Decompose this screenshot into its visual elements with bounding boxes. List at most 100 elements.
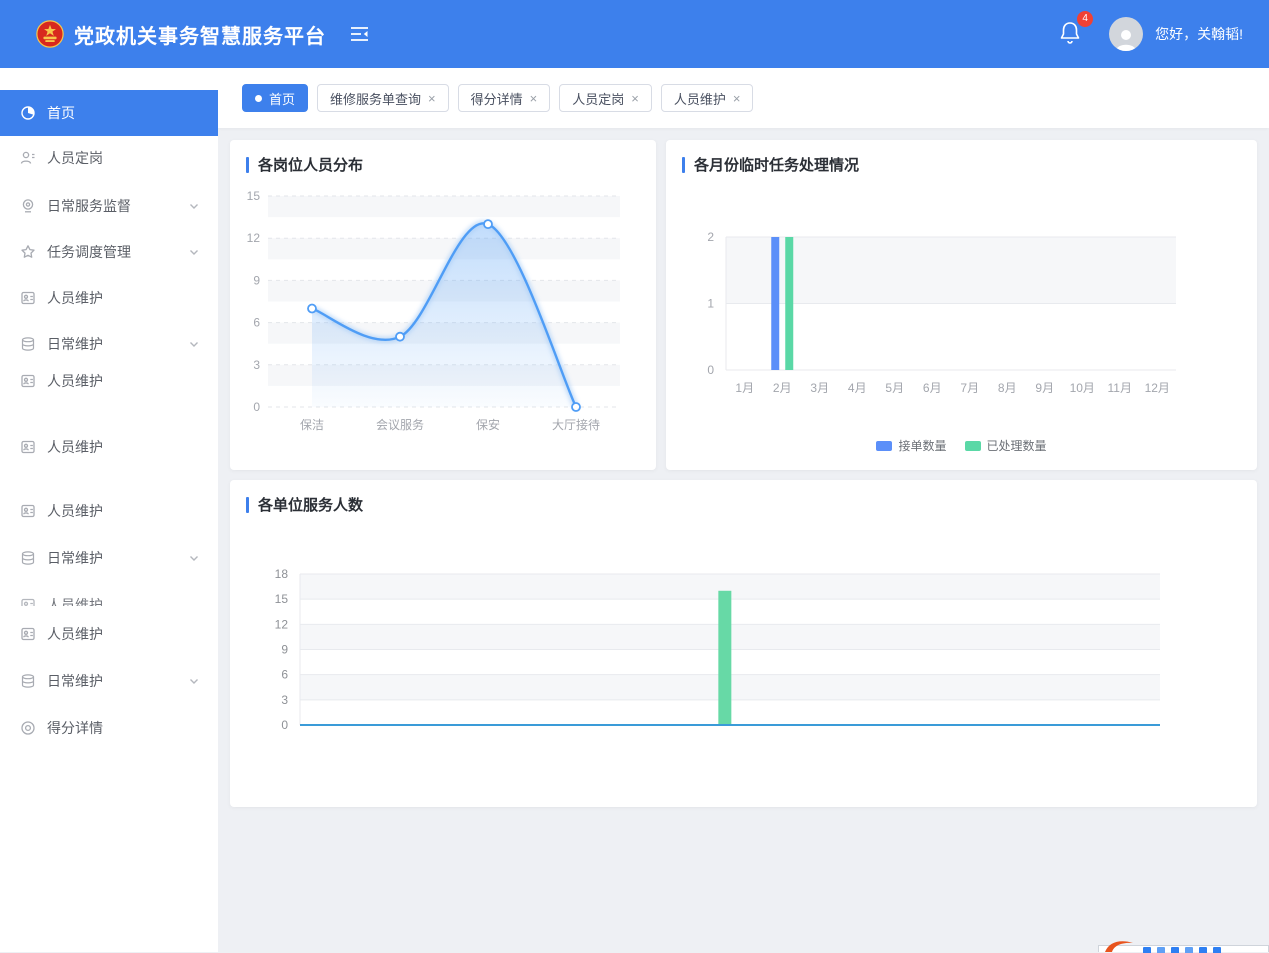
chevron-down-icon [188,338,200,350]
legend-label: 接单数量 [898,437,946,454]
tab-5[interactable]: 人员维护 × [661,84,754,112]
chevron-down-icon [188,246,200,258]
sidebar-item-3[interactable]: 日常服务监督 [0,183,218,229]
app-header: 党政机关事务智慧服务平台 4 您好，关翰韬! [0,0,1269,68]
sidebar-item-12[interactable]: 人员维护 [0,611,218,657]
national-emblem-logo [36,20,64,48]
notification-badge: 4 [1077,11,1093,27]
toolbar-icons-partial [1143,947,1221,953]
close-tab-icon[interactable]: × [733,92,741,105]
id-card-icon [20,439,36,455]
sidebar-item-label: 人员维护 [47,437,103,457]
menu-fold-icon[interactable] [350,26,369,47]
svg-text:会议服务: 会议服务 [376,417,424,432]
tab-label: 得分详情 [471,89,523,108]
sidebar-item-label: 日常服务监督 [47,196,131,216]
svg-text:4月: 4月 [848,381,867,395]
sidebar-item-9[interactable]: 人员维护 [0,488,218,534]
close-tab-icon[interactable]: × [428,92,436,105]
svg-text:5月: 5月 [885,381,904,395]
title-marker [246,157,249,173]
card-title-text: 各月份临时任务处理情况 [694,154,859,175]
sidebar-item-4[interactable]: 任务调度管理 [0,229,218,275]
legend-label: 已处理数量 [987,437,1047,454]
user-avatar[interactable] [1109,17,1143,51]
svg-text:6月: 6月 [923,381,942,395]
card-monthly-tasks: 各月份临时任务处理情况 0121月2月3月4月5月6月7月8月9月10月11月1… [666,140,1257,470]
id-card-icon [20,373,36,389]
sidebar-item-11[interactable]: 人员维护 [0,590,218,606]
chevron-down-icon [188,200,200,212]
sidebar-item-label: 得分详情 [47,718,103,738]
tab-label: 首页 [269,89,295,108]
svg-text:8月: 8月 [998,381,1017,395]
svg-text:6: 6 [253,316,260,330]
svg-text:1月: 1月 [735,381,754,395]
svg-text:18: 18 [275,567,289,581]
layers-icon [20,550,36,566]
card-title: 各岗位人员分布 [246,154,363,175]
close-tab-icon[interactable]: × [631,92,639,105]
sidebar-item-label: 人员维护 [47,624,103,644]
svg-text:15: 15 [275,592,289,606]
sidebar-item-label: 人员维护 [47,371,103,391]
svg-text:1: 1 [707,297,714,311]
svg-text:10月: 10月 [1070,381,1095,395]
card-unit-service: 各单位服务人数 0369121518 [230,480,1257,807]
sidebar-item-5[interactable]: 人员维护 [0,275,218,321]
sidebar-item-13[interactable]: 日常维护 [0,658,218,704]
score-icon [20,720,36,736]
card-title: 各单位服务人数 [246,494,363,515]
sidebar-item-clipped: 人员维护 [0,590,218,606]
svg-text:大厅接待: 大厅接待 [552,417,600,432]
user-post-icon [20,150,36,166]
svg-text:9: 9 [281,643,288,657]
id-card-icon [20,503,36,519]
monthly-tasks-chart: 0121月2月3月4月5月6月7月8月9月10月11月12月 [666,140,1257,470]
tab-2[interactable]: 维修服务单查询× [317,84,449,112]
svg-text:12月: 12月 [1145,381,1170,395]
svg-text:3: 3 [281,693,288,707]
tab-1[interactable]: 首页 [242,84,308,112]
chart-legend: 接单数量 已处理数量 [666,437,1257,454]
title-marker [682,157,685,173]
sidebar-item-label: 任务调度管理 [47,242,131,262]
unit-service-chart: 0369121518 [230,480,1257,807]
sidebar-item-label: 人员维护 [47,288,103,308]
svg-text:保洁: 保洁 [300,418,324,432]
legend-item-1[interactable]: 接单数量 [876,437,946,454]
svg-text:6: 6 [281,668,288,682]
svg-text:9: 9 [253,273,260,287]
legend-item-2[interactable]: 已处理数量 [965,437,1047,454]
svg-text:2: 2 [707,230,714,244]
app-title: 党政机关事务智慧服务平台 [74,0,326,68]
sidebar-item-8[interactable]: 人员维护 [0,424,218,470]
svg-text:9月: 9月 [1035,381,1054,395]
svg-text:15: 15 [247,189,261,203]
svg-text:0: 0 [253,400,260,414]
legend-swatch [876,441,892,451]
close-tab-icon[interactable]: × [530,92,538,105]
active-tab-dot-icon [255,95,262,102]
tab-label: 人员维护 [674,89,726,108]
tab-label: 人员定岗 [572,89,624,108]
tab-4[interactable]: 人员定岗 × [559,84,652,112]
svg-text:0: 0 [707,363,714,377]
card-post-distribution: 各岗位人员分布 03691215保洁会议服务保安大厅接待 [230,140,656,470]
layers-icon [20,673,36,689]
id-card-icon [20,597,36,606]
svg-text:2月: 2月 [773,381,792,395]
sidebar-item-2[interactable]: 人员定岗 [0,135,218,181]
tab-3[interactable]: 得分详情 × [458,84,551,112]
sidebar-item-14[interactable]: 得分详情 [0,705,218,751]
sidebar-item-10[interactable]: 日常维护 [0,535,218,581]
sidebar-item-7[interactable]: 人员维护 [0,358,218,404]
sidebar-item-label: 日常维护 [47,671,103,691]
notification-bell-icon[interactable]: 4 [1059,20,1081,49]
layers-icon [20,336,36,352]
sidebar-item-1[interactable]: 首页 [0,90,218,136]
chevron-down-icon [188,675,200,687]
svg-text:3月: 3月 [810,381,829,395]
floating-toolbar[interactable] [1098,945,1269,952]
svg-text:3: 3 [253,358,260,372]
